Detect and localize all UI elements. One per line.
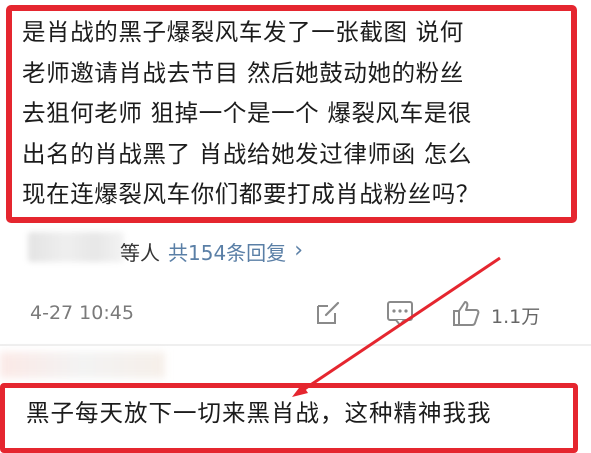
meta-row: 4-27 10:45 1.1万 bbox=[0, 290, 591, 336]
replies-row[interactable]: 等人 共154条回复 › bbox=[120, 236, 303, 266]
like-icon[interactable] bbox=[451, 298, 481, 332]
like-count: 1.1万 bbox=[491, 306, 541, 328]
chevron-right-icon: › bbox=[294, 237, 303, 263]
edit-icon[interactable] bbox=[313, 298, 343, 332]
comment-text: 是肖战的黑子爆裂风车发了一张截图 说何 老师邀请肖战去节目 然后她鼓动她的粉丝 … bbox=[22, 18, 480, 208]
blurred-username-2 bbox=[0, 352, 165, 378]
blurred-username bbox=[28, 232, 124, 262]
comment2-text: 黑子每天放下一切来黑肖战，这种精神我我 bbox=[26, 399, 492, 427]
comment2-cut-line bbox=[26, 432, 546, 444]
replies-link[interactable]: 共154条回复 bbox=[168, 237, 286, 266]
divider bbox=[0, 344, 591, 346]
comment-card: 是肖战的黑子爆裂风车发了一张截图 说何 老师邀请肖战去节目 然后她鼓动她的粉丝 … bbox=[0, 0, 591, 258]
comment-icon[interactable] bbox=[385, 298, 415, 332]
replies-prefix: 等人 bbox=[120, 240, 160, 265]
timestamp: 4-27 10:45 bbox=[30, 302, 134, 324]
